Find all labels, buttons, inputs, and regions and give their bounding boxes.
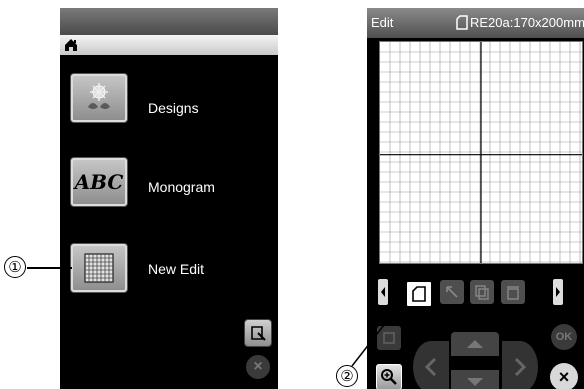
edit-header: Edit RE20a:170x200mm <box>367 8 584 38</box>
up-arrow-button[interactable] <box>451 332 499 356</box>
zoom-in-icon <box>381 369 397 385</box>
monogram-label: Monogram <box>148 179 215 195</box>
close-icon: × <box>253 358 263 375</box>
home-bar <box>60 35 278 55</box>
delete-icon <box>507 286 519 300</box>
left-arrow-button[interactable] <box>413 341 449 389</box>
designs-button[interactable] <box>71 74 127 122</box>
arrow-right-icon <box>556 287 560 297</box>
home-screen: Designs ABC Monogram New Edit × <box>60 8 278 389</box>
copy-icon <box>475 285 489 300</box>
designs-label: Designs <box>148 100 199 116</box>
home-icon[interactable] <box>63 38 79 52</box>
scroll-right-button[interactable] <box>553 279 563 305</box>
right-arrow-button[interactable] <box>502 341 538 389</box>
select-hand-icon <box>251 326 266 341</box>
edit-title: Edit <box>371 15 394 30</box>
ok-button[interactable]: OK <box>551 324 577 350</box>
close-button[interactable]: × <box>550 363 578 389</box>
hoop-size: RE20a:170x200mm <box>470 15 584 30</box>
callout-1: ① <box>4 256 26 278</box>
designs-icon <box>88 83 110 109</box>
close-icon: × <box>558 366 570 387</box>
status-bar <box>60 8 278 35</box>
callout-2: ② <box>336 365 358 387</box>
delete-button[interactable] <box>501 280 525 304</box>
select-button[interactable] <box>245 320 271 346</box>
new-edit-label: New Edit <box>148 261 205 277</box>
monogram-button[interactable]: ABC <box>71 158 127 206</box>
close-button[interactable]: × <box>246 355 270 379</box>
callout-1-leader <box>27 267 72 269</box>
new-page-icon <box>412 286 426 302</box>
arrow-left-icon <box>424 357 437 377</box>
grid-icon <box>84 253 114 283</box>
callout-2-leader <box>351 297 406 367</box>
arrow-up-icon <box>467 340 483 348</box>
new-edit-button[interactable] <box>71 244 127 292</box>
editing-grid[interactable] <box>379 41 583 264</box>
down-arrow-button[interactable] <box>451 370 499 389</box>
move-icon <box>446 286 458 298</box>
move-button[interactable] <box>440 280 464 304</box>
grid-lines <box>380 42 582 263</box>
arrow-down-icon <box>467 378 483 386</box>
abc-monogram-icon: ABC <box>74 170 124 194</box>
ok-label: OK <box>555 331 573 343</box>
arrow-right-icon <box>514 357 527 377</box>
hoop-icon <box>456 15 468 30</box>
copy-button[interactable] <box>470 280 494 304</box>
